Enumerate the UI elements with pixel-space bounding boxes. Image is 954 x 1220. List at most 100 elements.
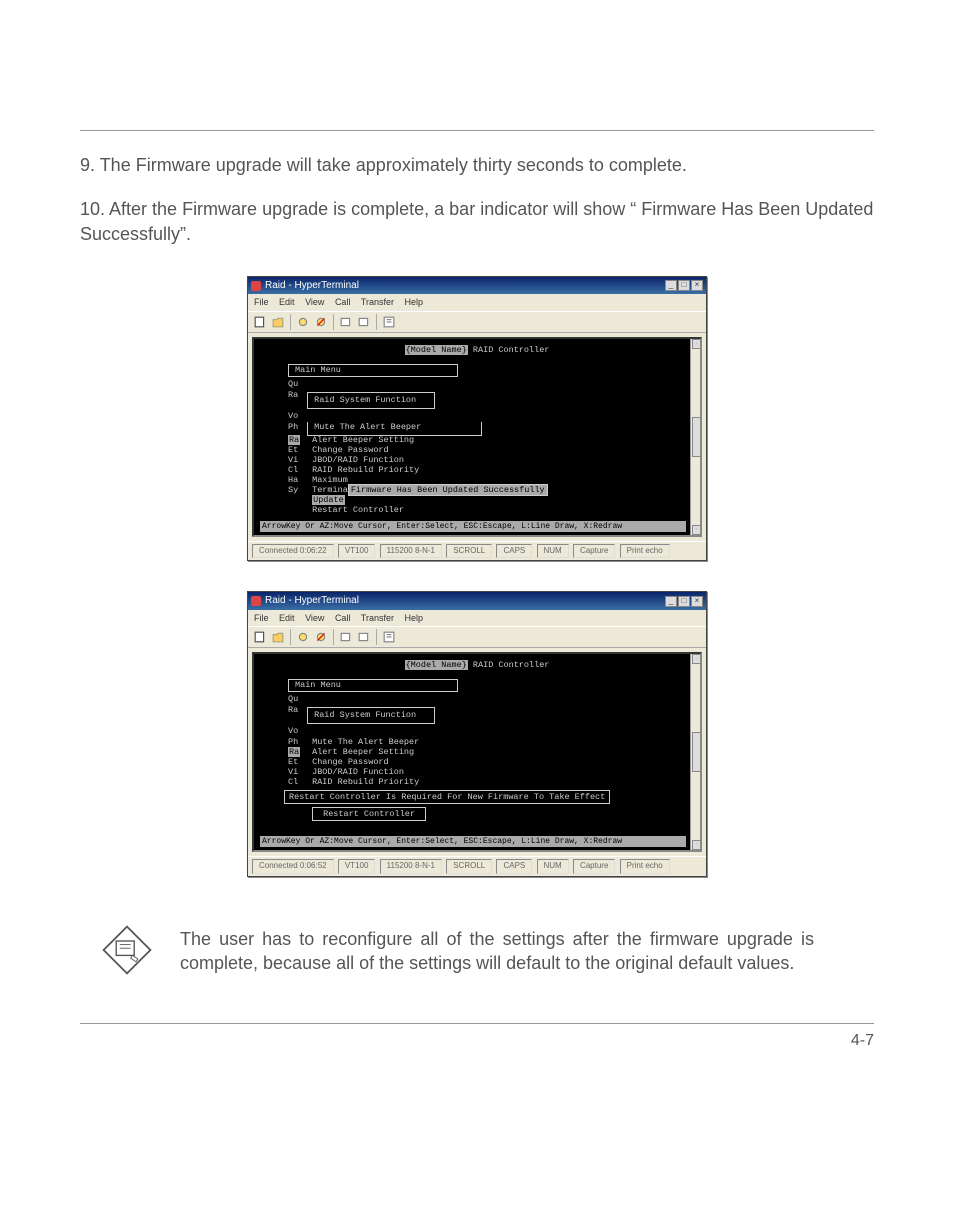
step-9-text: 9. The Firmware upgrade will take approx… bbox=[80, 153, 874, 177]
menu-call[interactable]: Call bbox=[335, 297, 351, 307]
item-change-password: Change Password bbox=[312, 757, 389, 767]
status-emulation: VT100 bbox=[338, 544, 376, 559]
window-title: Raid - HyperTerminal bbox=[265, 279, 359, 293]
app-icon bbox=[251, 596, 261, 606]
new-icon[interactable] bbox=[252, 629, 268, 645]
menu-file[interactable]: File bbox=[254, 297, 269, 307]
window-title: Raid - HyperTerminal bbox=[265, 594, 359, 608]
properties-icon[interactable] bbox=[381, 629, 397, 645]
term-header: {Model Name} RAID Controller bbox=[258, 345, 696, 356]
item-jbod: JBOD/RAID Function bbox=[312, 455, 404, 465]
new-icon[interactable] bbox=[252, 314, 268, 330]
item-update-highlight: Update bbox=[312, 495, 345, 505]
menu-transfer[interactable]: Transfer bbox=[361, 613, 394, 623]
page-number: 4-7 bbox=[0, 1024, 954, 1050]
scroll-down-icon[interactable]: ▾ bbox=[692, 840, 702, 850]
status-num: NUM bbox=[537, 544, 569, 559]
item-rebuild-priority: RAID Rebuild Priority bbox=[312, 777, 419, 787]
terminal-area: ▴ ▾ {Model Name} RAID Controller Main Me… bbox=[252, 337, 702, 537]
status-bar: Connected 0:06:52 VT100 115200 8-N-1 SCR… bbox=[248, 856, 706, 876]
status-baud: 115200 8-N-1 bbox=[380, 859, 442, 874]
menu-help[interactable]: Help bbox=[405, 613, 424, 623]
item-mute: Mute The Alert Beeper bbox=[312, 737, 419, 747]
note-icon bbox=[100, 923, 160, 983]
term-footer-hint: ArrowKey Or AZ:Move Cursor, Enter:Select… bbox=[260, 521, 686, 532]
item-restart-controller: Restart Controller bbox=[312, 505, 404, 515]
scroll-up-icon[interactable]: ▴ bbox=[692, 654, 702, 664]
minimize-button[interactable]: _ bbox=[665, 280, 677, 291]
item-mute: Mute The Alert Beeper bbox=[314, 422, 475, 433]
menu-edit[interactable]: Edit bbox=[279, 297, 295, 307]
main-menu-title: Main Menu bbox=[295, 365, 451, 376]
item-jbod: JBOD/RAID Function bbox=[312, 767, 404, 777]
item-termina: Termina bbox=[312, 485, 348, 495]
minimize-button[interactable]: _ bbox=[665, 596, 677, 607]
terminal-area: ▴ ▾ {Model Name} RAID Controller Main Me… bbox=[252, 652, 702, 852]
titlebar: Raid - HyperTerminal _ □ × bbox=[248, 592, 706, 610]
item-restart-controller: Restart Controller bbox=[312, 807, 426, 821]
item-change-password: Change Password bbox=[312, 445, 389, 455]
scroll-thumb[interactable] bbox=[692, 417, 702, 457]
status-bar: Connected 0:06:22 VT100 115200 8-N-1 SCR… bbox=[248, 541, 706, 561]
receive-icon[interactable] bbox=[356, 629, 372, 645]
menu-call[interactable]: Call bbox=[335, 613, 351, 623]
maximize-button[interactable]: □ bbox=[678, 596, 690, 607]
status-emulation: VT100 bbox=[338, 859, 376, 874]
status-echo: Print echo bbox=[620, 859, 670, 874]
app-icon bbox=[251, 281, 261, 291]
menu-view[interactable]: View bbox=[305, 613, 324, 623]
status-baud: 115200 8-N-1 bbox=[380, 544, 442, 559]
scroll-thumb[interactable] bbox=[692, 732, 702, 772]
status-scroll: SCROLL bbox=[446, 859, 492, 874]
close-button[interactable]: × bbox=[691, 596, 703, 607]
rsf-items-box: Mute The Alert Beeper bbox=[307, 422, 482, 436]
menubar: File Edit View Call Transfer Help bbox=[248, 610, 706, 626]
status-capture: Capture bbox=[573, 859, 615, 874]
item-alert-beeper: Alert Beeper Setting bbox=[312, 747, 414, 757]
raid-system-function-box: Raid System Function bbox=[307, 392, 435, 409]
maximize-button[interactable]: □ bbox=[678, 280, 690, 291]
scrollbar[interactable]: ▴ ▾ bbox=[690, 654, 702, 850]
status-scroll: SCROLL bbox=[446, 544, 492, 559]
disconnect-icon[interactable] bbox=[313, 629, 329, 645]
status-caps: CAPS bbox=[496, 544, 532, 559]
open-icon[interactable] bbox=[270, 629, 286, 645]
send-icon[interactable] bbox=[338, 314, 354, 330]
menu-edit[interactable]: Edit bbox=[279, 613, 295, 623]
properties-icon[interactable] bbox=[381, 314, 397, 330]
call-icon[interactable] bbox=[295, 314, 311, 330]
status-caps: CAPS bbox=[496, 859, 532, 874]
titlebar: Raid - HyperTerminal _ □ × bbox=[248, 277, 706, 295]
note-block: The user has to reconfigure all of the s… bbox=[100, 927, 874, 983]
status-connected: Connected 0:06:22 bbox=[252, 544, 334, 559]
scrollbar[interactable]: ▴ ▾ bbox=[690, 339, 702, 535]
disconnect-icon[interactable] bbox=[313, 314, 329, 330]
scroll-down-icon[interactable]: ▾ bbox=[692, 525, 702, 535]
main-menu-box: Main Menu bbox=[288, 364, 458, 377]
receive-icon[interactable] bbox=[356, 314, 372, 330]
hyperterminal-window-1: Raid - HyperTerminal _ □ × File Edit Vie… bbox=[247, 276, 707, 561]
note-text: The user has to reconfigure all of the s… bbox=[180, 927, 814, 976]
success-message: Firmware Has Been Updated Successfully bbox=[348, 484, 548, 496]
restart-required-message: Restart Controller Is Required For New F… bbox=[284, 790, 610, 804]
menu-file[interactable]: File bbox=[254, 613, 269, 623]
call-icon[interactable] bbox=[295, 629, 311, 645]
controller-label: RAID Controller bbox=[468, 345, 550, 355]
status-num: NUM bbox=[537, 859, 569, 874]
main-menu-title: Main Menu bbox=[295, 680, 451, 691]
status-connected: Connected 0:06:52 bbox=[252, 859, 334, 874]
menu-transfer[interactable]: Transfer bbox=[361, 297, 394, 307]
scroll-up-icon[interactable]: ▴ bbox=[692, 339, 702, 349]
term-footer-hint: ArrowKey Or AZ:Move Cursor, Enter:Select… bbox=[260, 836, 686, 847]
send-icon[interactable] bbox=[338, 629, 354, 645]
open-icon[interactable] bbox=[270, 314, 286, 330]
close-button[interactable]: × bbox=[691, 280, 703, 291]
menu-stubs: Qu Ra Raid System Function Vo Ph Mute Th… bbox=[288, 379, 696, 436]
toolbar bbox=[248, 311, 706, 333]
menu-view[interactable]: View bbox=[305, 297, 324, 307]
menubar: File Edit View Call Transfer Help bbox=[248, 294, 706, 310]
step-10-text: 10. After the Firmware upgrade is comple… bbox=[80, 197, 874, 246]
menu-help[interactable]: Help bbox=[405, 297, 424, 307]
model-name-placeholder: {Model Name} bbox=[405, 660, 468, 670]
term-header: {Model Name} RAID Controller bbox=[258, 660, 696, 671]
